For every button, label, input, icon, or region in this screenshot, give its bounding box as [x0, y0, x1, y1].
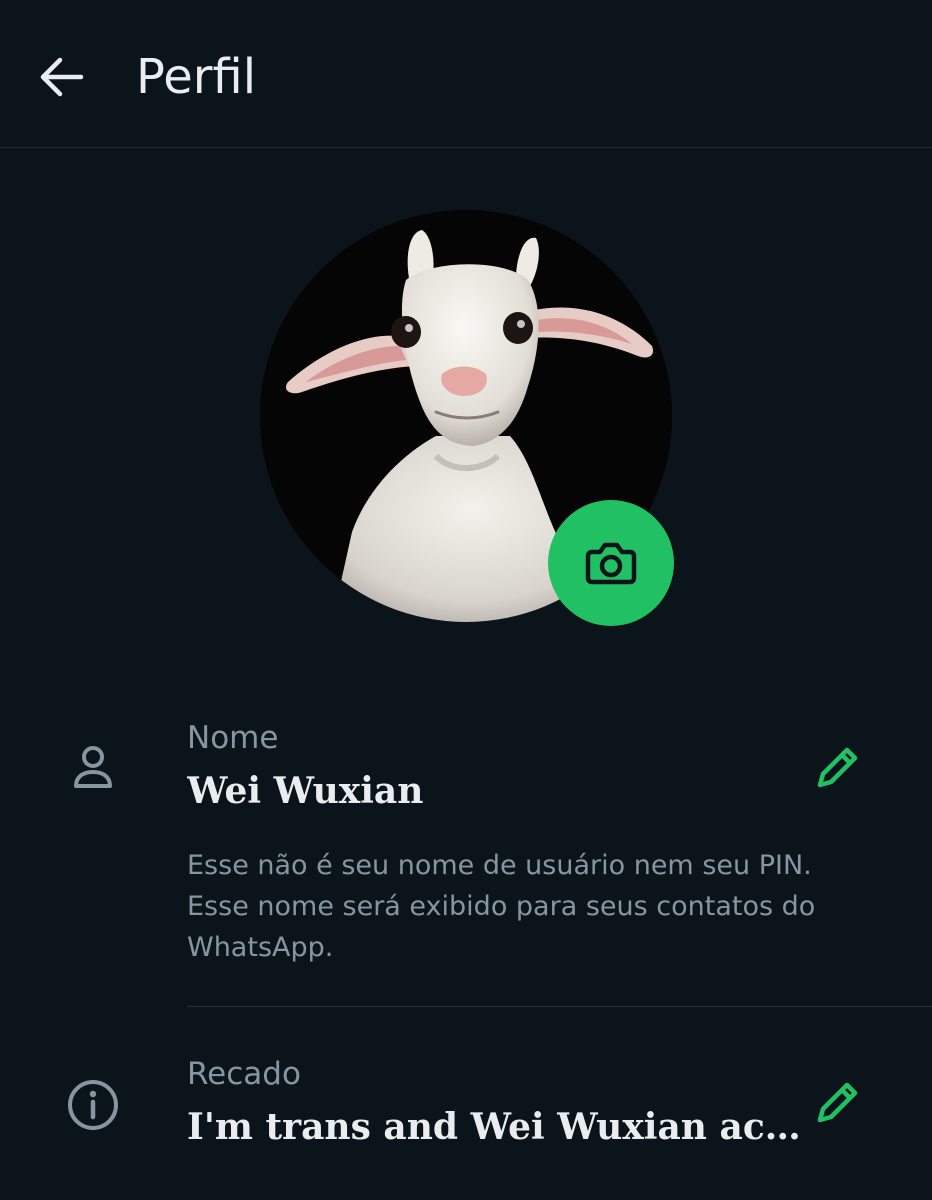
pencil-icon	[817, 747, 858, 788]
edit-name-button[interactable]	[806, 735, 870, 799]
app-bar: Perfil	[0, 0, 932, 148]
name-label: Nome	[187, 720, 279, 756]
row-divider	[187, 1006, 932, 1007]
camera-icon	[585, 542, 637, 585]
about-label: Recado	[187, 1056, 301, 1092]
arrow-left-icon	[40, 57, 84, 97]
pencil-icon	[817, 1082, 858, 1123]
page-title: Perfil	[136, 49, 257, 105]
about-row-icon	[64, 1076, 122, 1134]
back-button[interactable]	[28, 46, 94, 108]
person-icon	[74, 746, 112, 788]
info-icon	[68, 1080, 118, 1130]
about-value[interactable]: I'm trans and Wei Wuxian accepts me	[187, 1106, 807, 1148]
name-value[interactable]: Wei Wuxian	[187, 770, 787, 812]
header-divider	[0, 147, 932, 148]
change-photo-button[interactable]	[548, 500, 674, 626]
name-row-icon	[62, 742, 124, 794]
name-hint: Esse não é seu nome de usuário nem seu P…	[187, 850, 816, 963]
edit-about-button[interactable]	[806, 1070, 870, 1134]
